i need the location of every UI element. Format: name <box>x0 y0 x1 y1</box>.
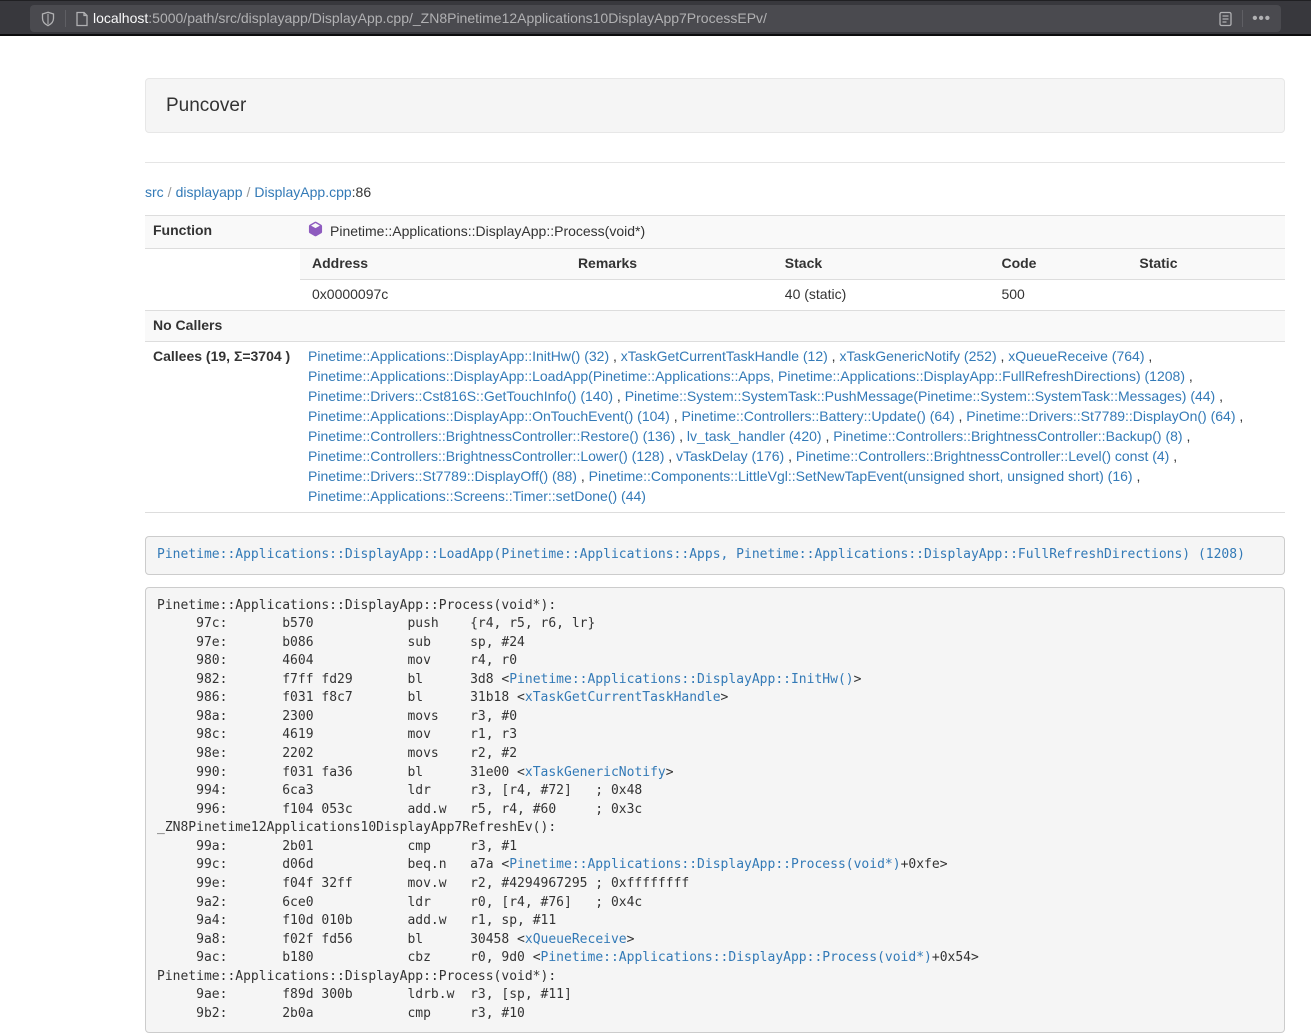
column-header: Stack <box>773 249 990 279</box>
callee-separator: , <box>997 348 1009 364</box>
callee-separator: , <box>822 428 834 444</box>
callee-separator: , <box>577 468 589 484</box>
details-table: AddressRemarksStackCodeStatic 0x0000097c… <box>300 249 1285 310</box>
callee-separator: , <box>613 388 625 404</box>
callee-link[interactable]: Pinetime::Controllers::Battery::Update()… <box>682 408 955 424</box>
callee-separator: , <box>1169 448 1177 464</box>
callees-label: Callees (19, Σ=3704 ) <box>145 342 300 513</box>
no-callers-row: No Callers <box>145 311 1285 342</box>
page-icon[interactable] <box>75 11 89 27</box>
app-title-panel: Puncover <box>145 78 1285 133</box>
breadcrumb-line-number: :86 <box>352 184 371 200</box>
package-icon <box>308 221 323 243</box>
url-text[interactable]: localhost:5000/path/src/displayapp/Displ… <box>93 9 1218 29</box>
callee-separator: , <box>675 428 687 444</box>
remarks-value <box>566 280 773 310</box>
callee-link[interactable]: Pinetime::Controllers::BrightnessControl… <box>796 448 1169 464</box>
breadcrumb-link[interactable]: displayapp <box>176 184 243 200</box>
symbol-link[interactable]: xQueueReceive <box>525 932 627 947</box>
callee-link[interactable]: xQueueReceive (764) <box>1008 348 1144 364</box>
column-header: Remarks <box>566 249 773 279</box>
callee-link[interactable]: Pinetime::Drivers::St7789::DisplayOn() (… <box>966 408 1235 424</box>
callees-cell: Pinetime::Applications::DisplayApp::Init… <box>300 342 1285 513</box>
inner-table-header-row: AddressRemarksStackCodeStatic <box>300 249 1285 279</box>
callee-link[interactable]: Pinetime::System::SystemTask::PushMessag… <box>625 388 1216 404</box>
browser-toolbar: localhost:5000/path/src/displayapp/Displ… <box>0 0 1311 36</box>
callee-link[interactable]: lv_task_handler (420) <box>687 428 822 444</box>
breadcrumb-separator: / <box>243 184 255 200</box>
page-title: Puncover <box>166 95 246 116</box>
callee-link[interactable]: xTaskGenericNotify (252) <box>839 348 996 364</box>
menu-dots-icon[interactable]: ••• <box>1252 11 1271 26</box>
details-data-row: 0x0000097c 40 (static) 500 <box>300 280 1285 310</box>
callee-link[interactable]: Pinetime::Drivers::St7789::DisplayOff() … <box>308 468 577 484</box>
symbol-link[interactable]: Pinetime::Applications::DisplayApp::Proc… <box>509 857 900 872</box>
callee-separator: , <box>1133 468 1141 484</box>
callee-separator: , <box>828 348 840 364</box>
no-callers-label: No Callers <box>145 311 300 342</box>
callee-separator: , <box>784 448 796 464</box>
highlighted-callee-link[interactable]: Pinetime::Applications::DisplayApp::Load… <box>157 547 1245 562</box>
callee-link[interactable]: Pinetime::Components::LittleVgl::SetNewT… <box>589 468 1133 484</box>
actions-divider <box>1242 10 1243 27</box>
breadcrumb-separator: / <box>164 184 176 200</box>
column-header: Code <box>989 249 1127 279</box>
highlighted-callee-block: Pinetime::Applications::DisplayApp::Load… <box>145 536 1285 575</box>
code-value: 500 <box>989 280 1127 310</box>
urlbar-divider <box>65 10 66 27</box>
callee-link[interactable]: Pinetime::Applications::DisplayApp::Load… <box>308 368 1185 384</box>
breadcrumb: src/displayapp/DisplayApp.cpp:86 <box>145 183 1285 203</box>
callee-link[interactable]: Pinetime::Applications::DisplayApp::Init… <box>308 348 609 364</box>
callee-separator: , <box>1185 368 1193 384</box>
callee-link[interactable]: xTaskGetCurrentTaskHandle (12) <box>621 348 828 364</box>
function-table: Function Pinetime::Applications::Display… <box>145 215 1285 513</box>
callee-separator: , <box>1215 388 1223 404</box>
callee-link[interactable]: Pinetime::Controllers::BrightnessControl… <box>308 448 664 464</box>
callee-link[interactable]: Pinetime::Applications::DisplayApp::OnTo… <box>308 408 670 424</box>
url-host: localhost <box>93 10 148 26</box>
callee-link[interactable]: Pinetime::Controllers::BrightnessControl… <box>308 428 675 444</box>
static-value <box>1127 280 1285 310</box>
callee-link[interactable]: Pinetime::Controllers::BrightnessControl… <box>833 428 1182 444</box>
callee-separator: , <box>1144 348 1152 364</box>
callee-separator: , <box>1183 428 1191 444</box>
reader-view-icon[interactable] <box>1218 11 1233 27</box>
function-label: Function <box>145 216 300 249</box>
shield-icon[interactable] <box>40 11 56 27</box>
callee-separator: , <box>955 408 967 424</box>
column-header: Static <box>1127 249 1285 279</box>
symbol-link[interactable]: Pinetime::Applications::DisplayApp::Proc… <box>541 950 932 965</box>
stack-value: 40 (static) <box>773 280 990 310</box>
callees-row: Callees (19, Σ=3704 ) Pinetime::Applicat… <box>145 342 1285 513</box>
callee-separator: , <box>609 348 621 364</box>
symbol-link[interactable]: Pinetime::Applications::DisplayApp::Init… <box>509 672 853 687</box>
function-row: Function Pinetime::Applications::Display… <box>145 216 1285 249</box>
column-header: Address <box>300 249 566 279</box>
breadcrumb-link[interactable]: DisplayApp.cpp <box>254 184 351 200</box>
url-bar[interactable]: localhost:5000/path/src/displayapp/Displ… <box>30 5 1281 32</box>
assembly-listing: Pinetime::Applications::DisplayApp::Proc… <box>145 587 1285 1033</box>
address-value: 0x0000097c <box>300 280 566 310</box>
symbol-link[interactable]: xTaskGetCurrentTaskHandle <box>525 690 721 705</box>
callee-separator: , <box>670 408 682 424</box>
divider <box>145 162 1285 163</box>
callee-separator: , <box>1236 408 1244 424</box>
function-name: Pinetime::Applications::DisplayApp::Proc… <box>330 222 645 242</box>
callee-separator: , <box>664 448 676 464</box>
page-container: Puncover src/displayapp/DisplayApp.cpp:8… <box>145 78 1285 1033</box>
callee-link[interactable]: vTaskDelay (176) <box>676 448 784 464</box>
url-path: :5000/path/src/displayapp/DisplayApp.cpp… <box>148 10 767 26</box>
details-row: AddressRemarksStackCodeStatic 0x0000097c… <box>145 249 1285 311</box>
symbol-link[interactable]: xTaskGenericNotify <box>525 765 666 780</box>
callee-link[interactable]: Pinetime::Drivers::Cst816S::GetTouchInfo… <box>308 388 613 404</box>
breadcrumb-link[interactable]: src <box>145 184 164 200</box>
callee-link[interactable]: Pinetime::Applications::Screens::Timer::… <box>308 488 646 504</box>
